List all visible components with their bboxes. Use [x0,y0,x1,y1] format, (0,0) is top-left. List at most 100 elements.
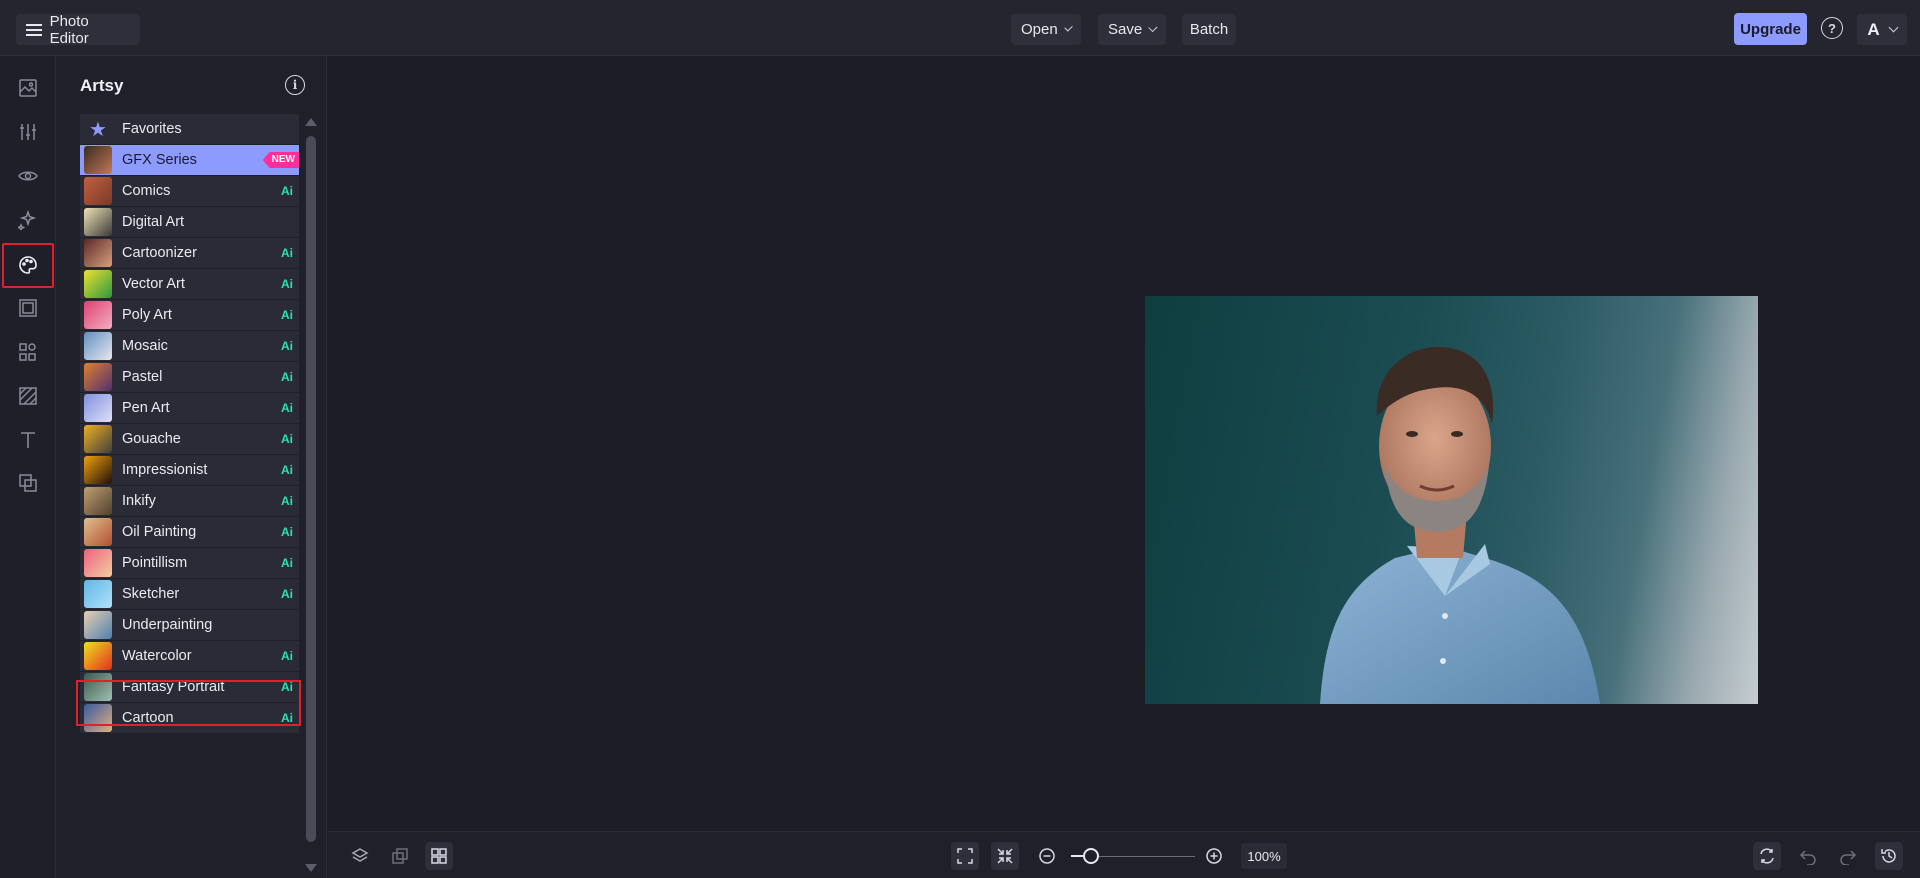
info-icon[interactable]: i [285,75,305,95]
list-item-label: Oil Painting [122,524,197,540]
list-item-label: Impressionist [122,462,208,478]
chevron-down-icon [1888,22,1899,33]
ai-badge: Ai [281,401,293,415]
ai-badge: Ai [281,184,293,198]
list-item-label: Comics [122,183,171,199]
upgrade-label: Upgrade [1740,20,1801,38]
scroll-thumb[interactable] [306,136,316,842]
ai-badge: Ai [281,370,293,384]
upgrade-button[interactable]: Upgrade [1734,13,1807,45]
list-item-pastel[interactable]: Pastel Ai [80,362,299,392]
image-icon[interactable] [14,74,42,102]
list-item-fantasy-portrait[interactable]: Fantasy Portrait Ai [80,672,299,702]
effect-thumbnail [84,208,112,236]
help-label: ? [1828,20,1836,36]
effect-thumbnail [84,611,112,639]
ai-badge: Ai [281,711,293,725]
open-button[interactable]: Open [1011,14,1081,45]
eye-icon[interactable] [14,162,42,190]
list-item-mosaic[interactable]: Mosaic Ai [80,331,299,361]
list-item-vector-art[interactable]: Vector Art Ai [80,269,299,299]
ai-badge: Ai [281,494,293,508]
list-item-label: Pointillism [122,555,188,571]
list-item-label: Sketcher [122,586,180,602]
layers-icon[interactable] [346,842,374,870]
effect-thumbnail [84,363,112,391]
effect-thumbnail [84,673,112,701]
text-icon[interactable] [14,426,42,454]
chevron-down-icon [1148,22,1158,33]
zoom-slider-handle[interactable] [1082,848,1099,864]
account-menu-button[interactable]: A [1857,14,1907,45]
effect-thumbnail [84,487,112,515]
effect-thumbnail [84,270,112,298]
top-bar: Photo Editor Open Save Batch Upgrade ? A [0,0,1920,56]
list-item-poly-art[interactable]: Poly Art Ai [80,300,299,330]
list-item-pen-art[interactable]: Pen Art Ai [80,393,299,423]
effect-thumbnail [84,239,112,267]
chevron-down-icon [1064,23,1073,32]
list-item-label: Digital Art [122,214,185,230]
overlay-icon[interactable] [14,469,42,497]
scroll-up-arrow-icon[interactable] [305,118,317,126]
list-item-watercolor[interactable]: Watercolor Ai [80,641,299,671]
zoom-out-icon[interactable] [1033,842,1061,870]
list-item-inkify[interactable]: Inkify Ai [80,486,299,516]
ai-badge: Ai [281,463,293,477]
sparkle-effects-icon[interactable] [14,206,42,234]
texture-icon[interactable] [14,382,42,410]
list-item-cartoon[interactable]: Cartoon Ai [80,703,299,733]
redo-icon[interactable] [1834,842,1862,870]
list-item-label: Gouache [122,431,181,447]
list-item-favorites[interactable]: ★ Favorites [80,114,299,144]
graphics-icon[interactable] [14,338,42,366]
list-item-cartoonizer[interactable]: Cartoonizer Ai [80,238,299,268]
effect-thumbnail [84,456,112,484]
help-icon[interactable]: ? [1821,17,1843,39]
panel-scrollbar[interactable] [305,116,317,878]
list-item-digital-art[interactable]: Digital Art [80,207,299,237]
list-item-underpainting[interactable]: Underpainting [80,610,299,640]
list-item-label: Favorites [122,121,182,137]
editor-canvas[interactable] [328,56,1920,831]
effect-thumbnail [84,301,112,329]
save-button[interactable]: Save [1098,14,1166,45]
shrink-icon[interactable] [991,842,1019,870]
main-menu-button[interactable]: Photo Editor [16,13,140,47]
zoom-in-icon[interactable] [1200,842,1228,870]
list-item-gouache[interactable]: Gouache Ai [80,424,299,454]
reset-icon[interactable] [1753,842,1781,870]
list-item-label: Underpainting [122,617,213,633]
effect-thumbnail [84,642,112,670]
list-item-sketcher[interactable]: Sketcher Ai [80,579,299,609]
grid-view-icon[interactable] [425,842,453,870]
fit-to-screen-icon[interactable] [951,842,979,870]
undo-icon[interactable] [1794,842,1822,870]
list-item-gfx-series[interactable]: GFX Series NEW [80,145,299,175]
frame-icon[interactable] [14,294,42,322]
list-item-label: Watercolor [122,648,192,664]
adjust-sliders-icon[interactable] [14,118,42,146]
active-tool-highlight [2,243,54,288]
list-item-oil-painting[interactable]: Oil Painting Ai [80,517,299,547]
list-item-pointillism[interactable]: Pointillism Ai [80,548,299,578]
list-item-label: Inkify [122,493,156,509]
list-item-impressionist[interactable]: Impressionist Ai [80,455,299,485]
list-item-comics[interactable]: Comics Ai [80,176,299,206]
effect-thumbnail [84,146,112,174]
portrait-photo [1145,296,1758,704]
ai-badge: Ai [281,308,293,322]
compare-icon[interactable] [386,842,414,870]
effect-list: ★ Favorites GFX Series NEW Comics Ai Digital A… [80,114,299,878]
ai-badge: Ai [281,649,293,663]
history-icon[interactable] [1875,842,1903,870]
hamburger-icon [26,23,42,36]
scroll-down-arrow-icon[interactable] [305,864,317,872]
effect-thumbnail [84,518,112,546]
zoom-level[interactable]: 100% [1241,843,1287,869]
list-item-label: Mosaic [122,338,168,354]
tool-rail [0,56,56,878]
batch-button[interactable]: Batch [1182,14,1236,45]
list-item-label: GFX Series [122,152,197,168]
effect-thumbnail [84,177,112,205]
